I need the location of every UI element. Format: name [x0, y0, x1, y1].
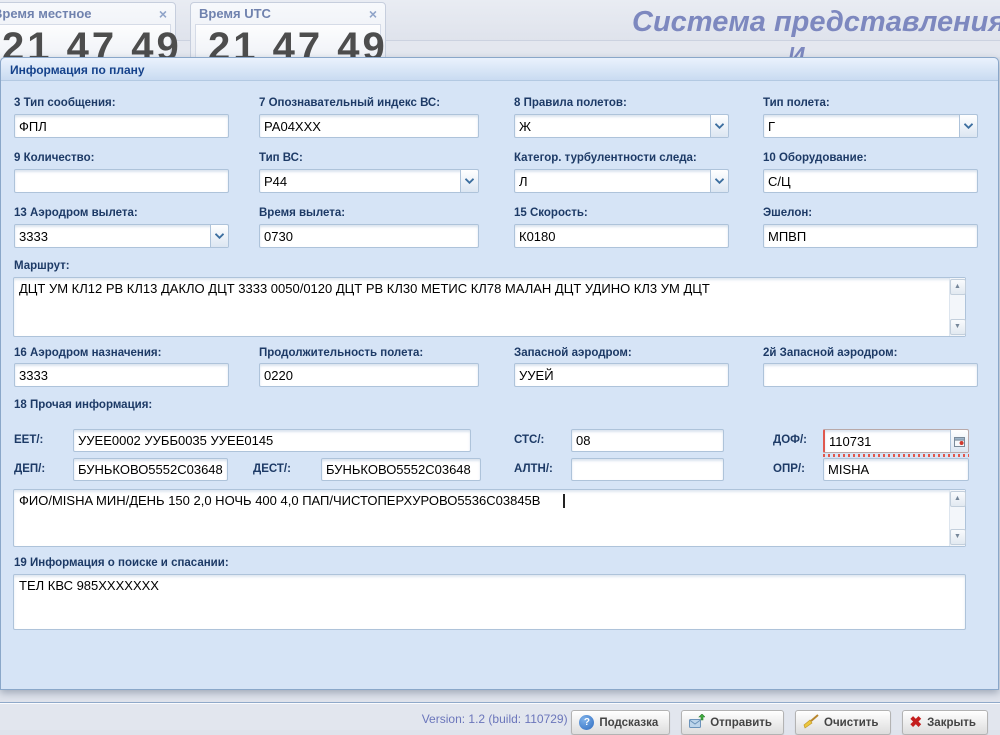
clock-utc-title: Время UTC	[199, 6, 271, 21]
dest-input[interactable]	[321, 458, 481, 481]
label-speed: 15 Скорость:	[514, 207, 588, 219]
sar-info-field: ТЕЛ КВС 985ХХХХХХХ	[13, 574, 966, 630]
flight-duration-input[interactable]	[259, 363, 479, 387]
alternate-aerodrome-input[interactable]	[514, 363, 729, 387]
scrollbar[interactable]: ▲ ▼	[949, 490, 965, 546]
scroll-down-icon[interactable]: ▼	[950, 529, 966, 545]
text-cursor	[563, 494, 565, 508]
version-text: Version: 1.2 (build: 110729)	[422, 712, 568, 726]
close-icon: ✖	[910, 715, 923, 730]
label-destination-aerodrome: 16 Аэродром назначения:	[14, 347, 161, 359]
flight-rules-combo[interactable]	[514, 114, 729, 138]
eet-input[interactable]	[73, 429, 471, 452]
clock-local-body: 21 47 49	[0, 24, 171, 61]
label-second-alternate-aerodrome: 2й Запасной аэродром:	[763, 347, 897, 359]
section-other-info: 18 Прочая информация:	[14, 399, 152, 411]
label-wake-turbulence: Категор. турбулентности следа:	[514, 152, 697, 164]
dof-field[interactable]	[823, 429, 969, 453]
route-textarea[interactable]: ДЦТ УМ КЛ12 РВ КЛ13 ДАКЛО ДЦТ 3333 0050/…	[13, 277, 966, 337]
label-sts: СТС/:	[514, 434, 544, 446]
level-input[interactable]	[763, 224, 978, 248]
clock-utc-body: 21 47 49	[195, 24, 381, 61]
label-alternate-aerodrome: Запасной аэродром:	[514, 347, 632, 359]
chevron-down-icon[interactable]	[460, 170, 478, 192]
label-dest: ДЕСТ/:	[253, 463, 291, 475]
wake-turbulence-value[interactable]	[515, 170, 710, 192]
chevron-down-icon[interactable]	[959, 115, 977, 137]
speed-input[interactable]	[514, 224, 729, 248]
close-button[interactable]: ✖ Закрыть	[902, 710, 988, 735]
close-icon[interactable]: ×	[159, 8, 167, 20]
aircraft-type-combo[interactable]	[259, 169, 479, 193]
dialog-title: Информация по плану	[1, 58, 998, 81]
label-eet: ЕЕТ/:	[14, 434, 43, 446]
calendar-icon[interactable]	[950, 430, 968, 452]
other-info-textarea[interactable]: ФИО/MISHA МИН/ДЕНЬ 150 2,0 НОЧЬ 400 4,0 …	[13, 489, 966, 547]
chevron-down-icon[interactable]	[210, 225, 228, 247]
departure-time-input[interactable]	[259, 224, 479, 248]
label-altn: АЛТН/:	[514, 463, 553, 475]
label-route: Маршрут:	[14, 260, 70, 272]
clear-button-label: Очистить	[824, 717, 879, 729]
app-title: Система представления	[632, 6, 1000, 42]
altn-input[interactable]	[571, 458, 724, 481]
aircraft-id-input[interactable]	[259, 114, 479, 138]
label-flight-type: Тип полета:	[763, 97, 830, 109]
clear-button[interactable]: Очистить	[795, 710, 891, 735]
label-flight-rules: 8 Правила полетов:	[514, 97, 627, 109]
scroll-up-icon[interactable]: ▲	[950, 279, 966, 295]
scrollbar[interactable]: ▲ ▼	[949, 278, 965, 336]
flight-rules-value[interactable]	[515, 115, 710, 137]
section-sar-info: 19 Информация о поиске и спасании:	[14, 557, 229, 569]
dep-input[interactable]	[73, 458, 228, 481]
equipment-input[interactable]	[763, 169, 978, 193]
label-level: Эшелон:	[763, 207, 812, 219]
sar-info-textarea[interactable]: ТЕЛ КВС 985ХХХХХХХ	[13, 574, 966, 630]
flight-type-value[interactable]	[764, 115, 959, 137]
label-departure-aerodrome: 13 Аэродром вылета:	[14, 207, 138, 219]
dialog-toolbar: ? Подсказка Отправить Очистить ✖ Закрыть	[571, 710, 988, 735]
label-dof: ДОФ/:	[773, 434, 807, 446]
label-number: 9 Количество:	[14, 152, 94, 164]
msg-type-input[interactable]	[14, 114, 229, 138]
destination-aerodrome-input[interactable]	[14, 363, 229, 387]
departure-aerodrome-combo[interactable]	[14, 224, 229, 248]
help-button[interactable]: ? Подсказка	[571, 710, 670, 735]
label-aircraft-type: Тип ВС:	[259, 152, 303, 164]
clock-panel-utc: Время UTC × 21 47 49	[190, 2, 386, 62]
dof-invalid-underline	[823, 454, 969, 457]
aircraft-type-value[interactable]	[260, 170, 460, 192]
second-alternate-aerodrome-input[interactable]	[763, 363, 978, 387]
label-flight-duration: Продолжительность полета:	[259, 347, 423, 359]
help-button-label: Подсказка	[599, 717, 658, 729]
label-aircraft-id: 7 Опознавательный индекс ВС:	[259, 97, 440, 109]
help-icon: ?	[579, 715, 594, 730]
sts-input[interactable]	[571, 429, 724, 452]
flight-plan-dialog: Информация по плану 3 Тип сообщения: 7 О…	[0, 57, 999, 690]
clock-local-title: Время местное	[0, 6, 92, 21]
close-icon[interactable]: ×	[369, 8, 377, 20]
send-button[interactable]: Отправить	[681, 710, 784, 735]
opr-input[interactable]	[823, 458, 969, 481]
chevron-down-icon[interactable]	[710, 170, 728, 192]
send-button-label: Отправить	[710, 717, 772, 729]
label-dep: ДЕП/:	[14, 463, 45, 475]
scroll-up-icon[interactable]: ▲	[950, 491, 966, 507]
route-field: ДЦТ УМ КЛ12 РВ КЛ13 ДАКЛО ДЦТ 3333 0050/…	[13, 277, 966, 337]
dof-input[interactable]	[825, 430, 950, 452]
clock-panel-local: Время местное × 21 47 49	[0, 2, 176, 62]
departure-aerodrome-value[interactable]	[15, 225, 210, 247]
wake-turbulence-combo[interactable]	[514, 169, 729, 193]
label-msg-type: 3 Тип сообщения:	[14, 97, 116, 109]
number-input[interactable]	[14, 169, 229, 193]
chevron-down-icon[interactable]	[710, 115, 728, 137]
label-opr: ОПР/:	[773, 463, 805, 475]
scroll-down-icon[interactable]: ▼	[950, 319, 966, 335]
label-departure-time: Время вылета:	[259, 207, 345, 219]
flight-type-combo[interactable]	[763, 114, 978, 138]
label-equipment: 10 Оборудование:	[763, 152, 867, 164]
close-button-label: Закрыть	[927, 717, 976, 729]
other-info-field: ФИО/MISHA МИН/ДЕНЬ 150 2,0 НОЧЬ 400 4,0 …	[13, 489, 966, 547]
